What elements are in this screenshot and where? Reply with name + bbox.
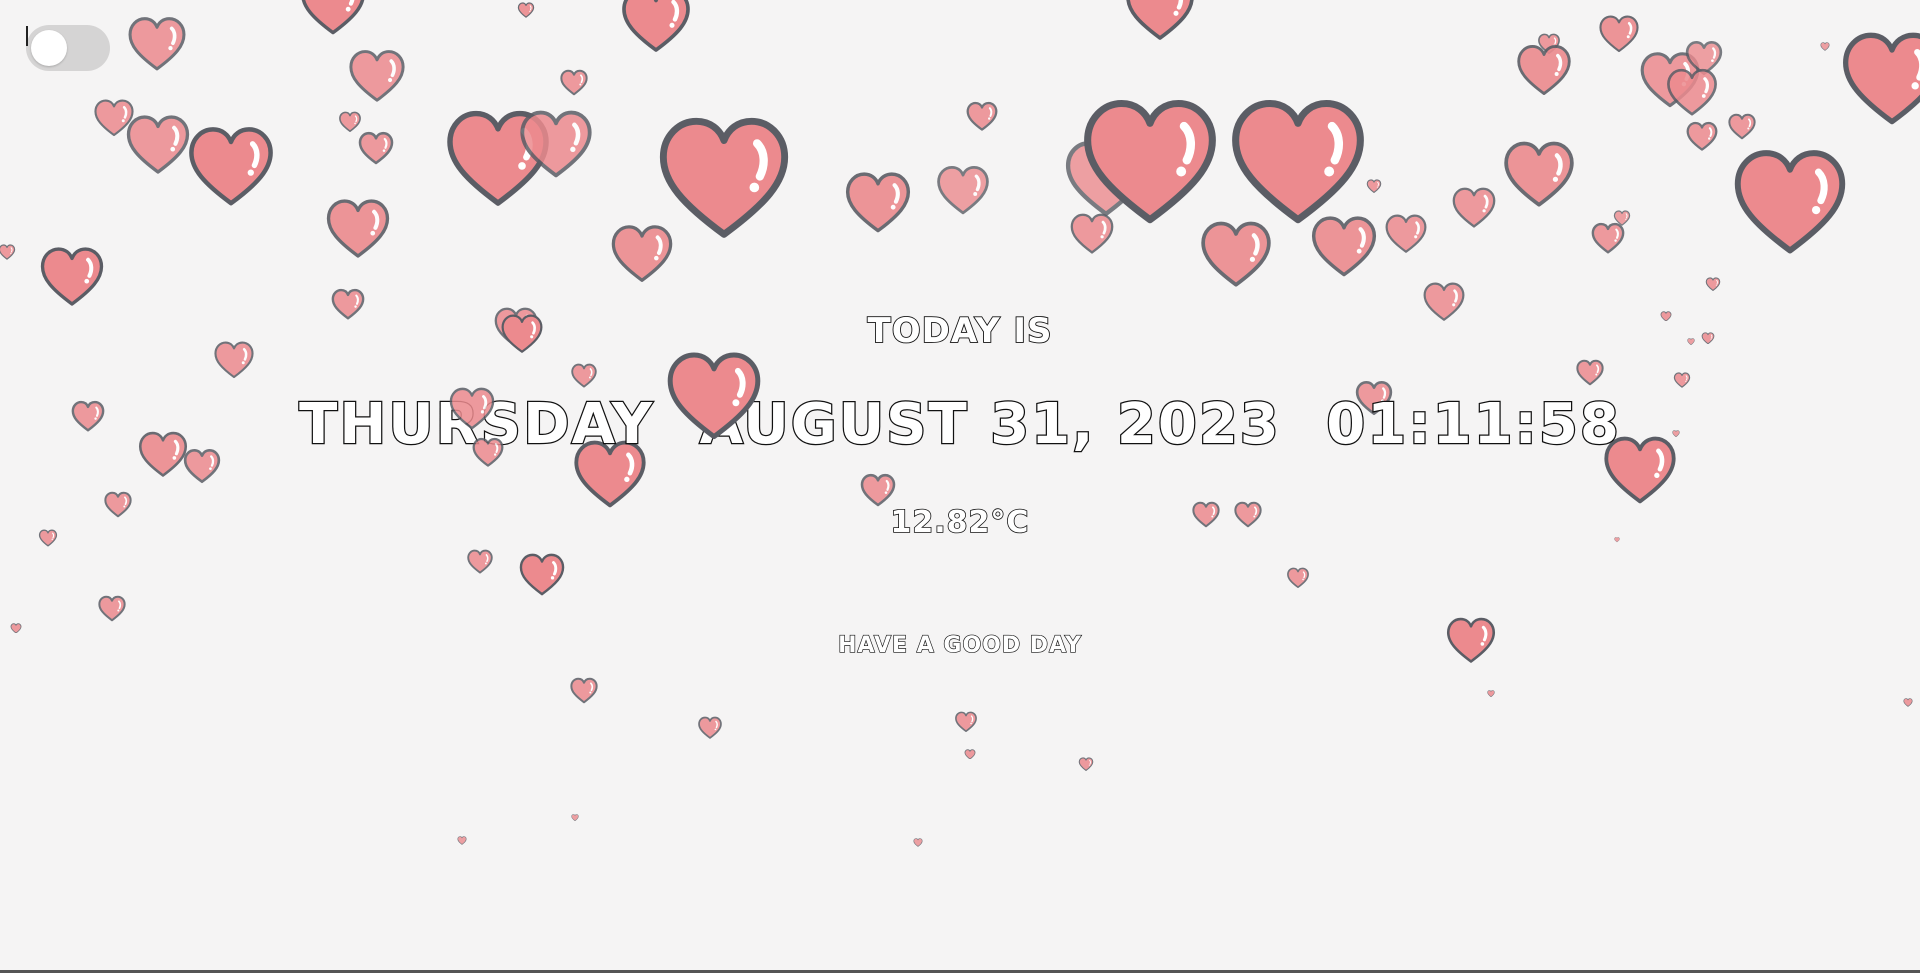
heart-icon <box>1126 0 1194 40</box>
heart-icon <box>520 110 592 178</box>
heart-icon <box>913 837 923 847</box>
heart-icon <box>937 165 989 215</box>
heart-icon <box>570 677 598 703</box>
heart-icon <box>964 748 976 760</box>
heart-icon <box>1517 45 1571 95</box>
heart-icon <box>1487 690 1495 698</box>
heart-icon <box>1078 757 1094 771</box>
heart-icon <box>1576 359 1604 385</box>
heart-icon <box>457 835 467 845</box>
heart-icon <box>358 131 394 165</box>
heart-icon <box>1673 372 1691 388</box>
heart-icon <box>326 198 390 258</box>
falling-hearts-background <box>0 0 1920 973</box>
heart-icon <box>1728 113 1756 139</box>
heart-icon <box>845 172 911 232</box>
heart-icon <box>860 473 896 507</box>
heart-icon <box>1599 15 1639 53</box>
heart-icon <box>40 246 104 306</box>
greeting-message: HAVE A GOOD DAY <box>837 632 1082 658</box>
heart-icon <box>966 101 998 131</box>
heart-icon <box>1504 141 1574 207</box>
heart-icon <box>1232 100 1364 224</box>
heart-icon <box>98 595 126 621</box>
heart-icon <box>698 716 722 740</box>
heart-icon <box>1843 32 1920 124</box>
heart-icon <box>955 711 977 733</box>
heart-icon <box>1591 222 1625 254</box>
theme-toggle-switch[interactable] <box>26 25 110 71</box>
toggle-knob <box>31 30 67 66</box>
heart-icon <box>1070 213 1114 254</box>
heart-icon <box>301 0 365 34</box>
clock-time: 01:11:58 <box>1325 391 1621 459</box>
heart-icon <box>128 17 186 71</box>
current-datetime: THURSDAY AUGUST 31, 2023 01:11:58 <box>0 391 1920 459</box>
heart-icon <box>519 553 565 595</box>
heart-icon <box>611 225 673 283</box>
heart-icon <box>560 69 588 95</box>
heart-icon <box>1311 216 1377 276</box>
heart-icon <box>1820 41 1830 51</box>
heart-icon <box>571 814 579 822</box>
heart-icon <box>1366 179 1382 193</box>
heart-icon <box>349 50 405 102</box>
heart-icon <box>1084 100 1216 224</box>
text-cursor <box>26 26 28 46</box>
heart-icon <box>1452 187 1496 228</box>
date-text: AUGUST 31, 2023 <box>698 391 1281 459</box>
heart-icon <box>622 0 690 52</box>
temperature-reading: 12.82°C <box>890 504 1030 541</box>
heart-icon <box>10 622 22 634</box>
weekday-text: THURSDAY <box>298 391 655 459</box>
heart-icon <box>1667 68 1717 116</box>
heart-icon <box>339 111 361 133</box>
heart-icon <box>126 114 190 174</box>
heart-icon <box>1201 221 1271 287</box>
heart-icon <box>1734 150 1846 254</box>
heart-icon <box>1705 277 1721 291</box>
heart-icon <box>1686 121 1718 151</box>
heart-icon <box>189 126 273 206</box>
today-label: TODAY IS <box>867 310 1053 352</box>
heart-icon <box>1903 697 1913 707</box>
heart-icon <box>517 2 535 18</box>
heart-icon <box>1287 567 1309 589</box>
heart-icon <box>467 550 493 574</box>
heart-icon <box>1385 214 1427 254</box>
heart-icon <box>0 244 16 260</box>
